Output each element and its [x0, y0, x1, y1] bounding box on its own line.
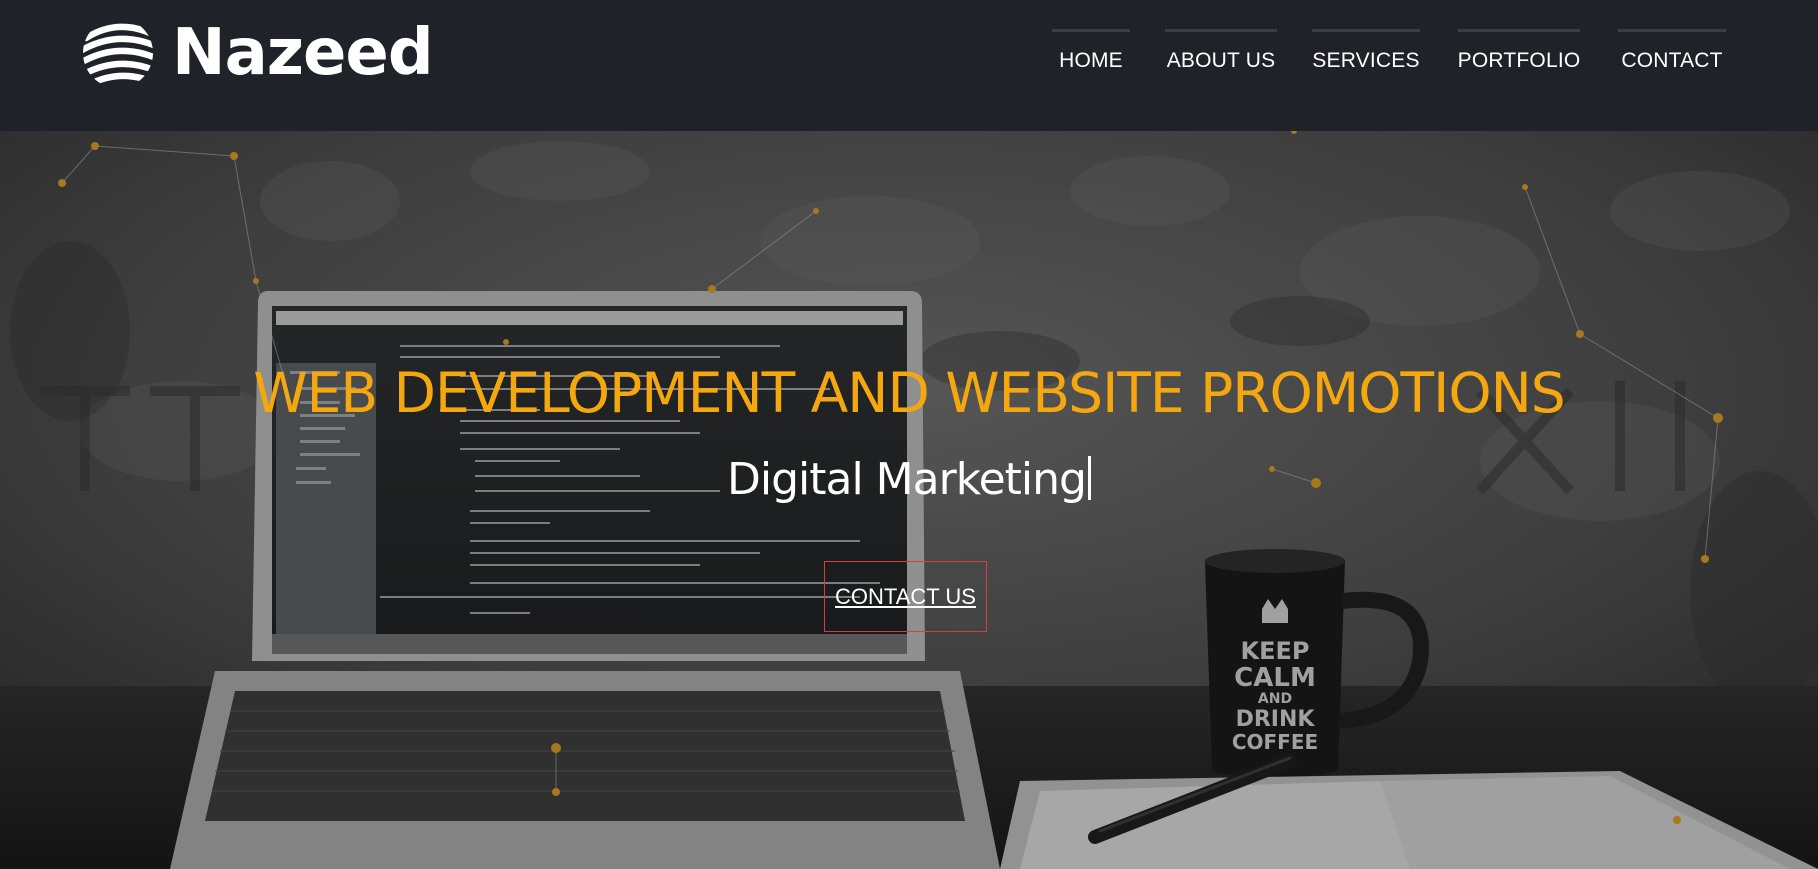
striped-globe-icon	[83, 23, 153, 88]
nav-home[interactable]: HOME	[1052, 29, 1130, 93]
contact-us-button[interactable]: CONTACT US	[824, 561, 987, 632]
nav-services[interactable]: SERVICES	[1312, 29, 1420, 93]
brand-logo-link[interactable]: Nazeed	[82, 16, 434, 90]
page: Nazeed HOME ABOUT US SERVICES PORTFOLIO …	[0, 0, 1818, 869]
hero-subtitle-typing: Digital Marketing	[0, 450, 1818, 510]
brand-name: Nazeed	[172, 16, 434, 90]
nav-about-us[interactable]: ABOUT US	[1165, 29, 1277, 93]
nav-portfolio[interactable]: PORTFOLIO	[1458, 29, 1580, 93]
hero-title: WEB DEVELOPMENT AND WEBSITE PROMOTIONS	[253, 361, 1565, 425]
hero-section: KEEP CALM AND DRINK COFFEE WEB DEVELOPME…	[0, 131, 1818, 869]
nav-contact[interactable]: CONTACT	[1618, 29, 1726, 93]
site-header: Nazeed HOME ABOUT US SERVICES PORTFOLIO …	[0, 0, 1818, 131]
hero-subtitle-text: Digital Marketing	[727, 454, 1087, 505]
typing-cursor	[1087, 456, 1091, 500]
